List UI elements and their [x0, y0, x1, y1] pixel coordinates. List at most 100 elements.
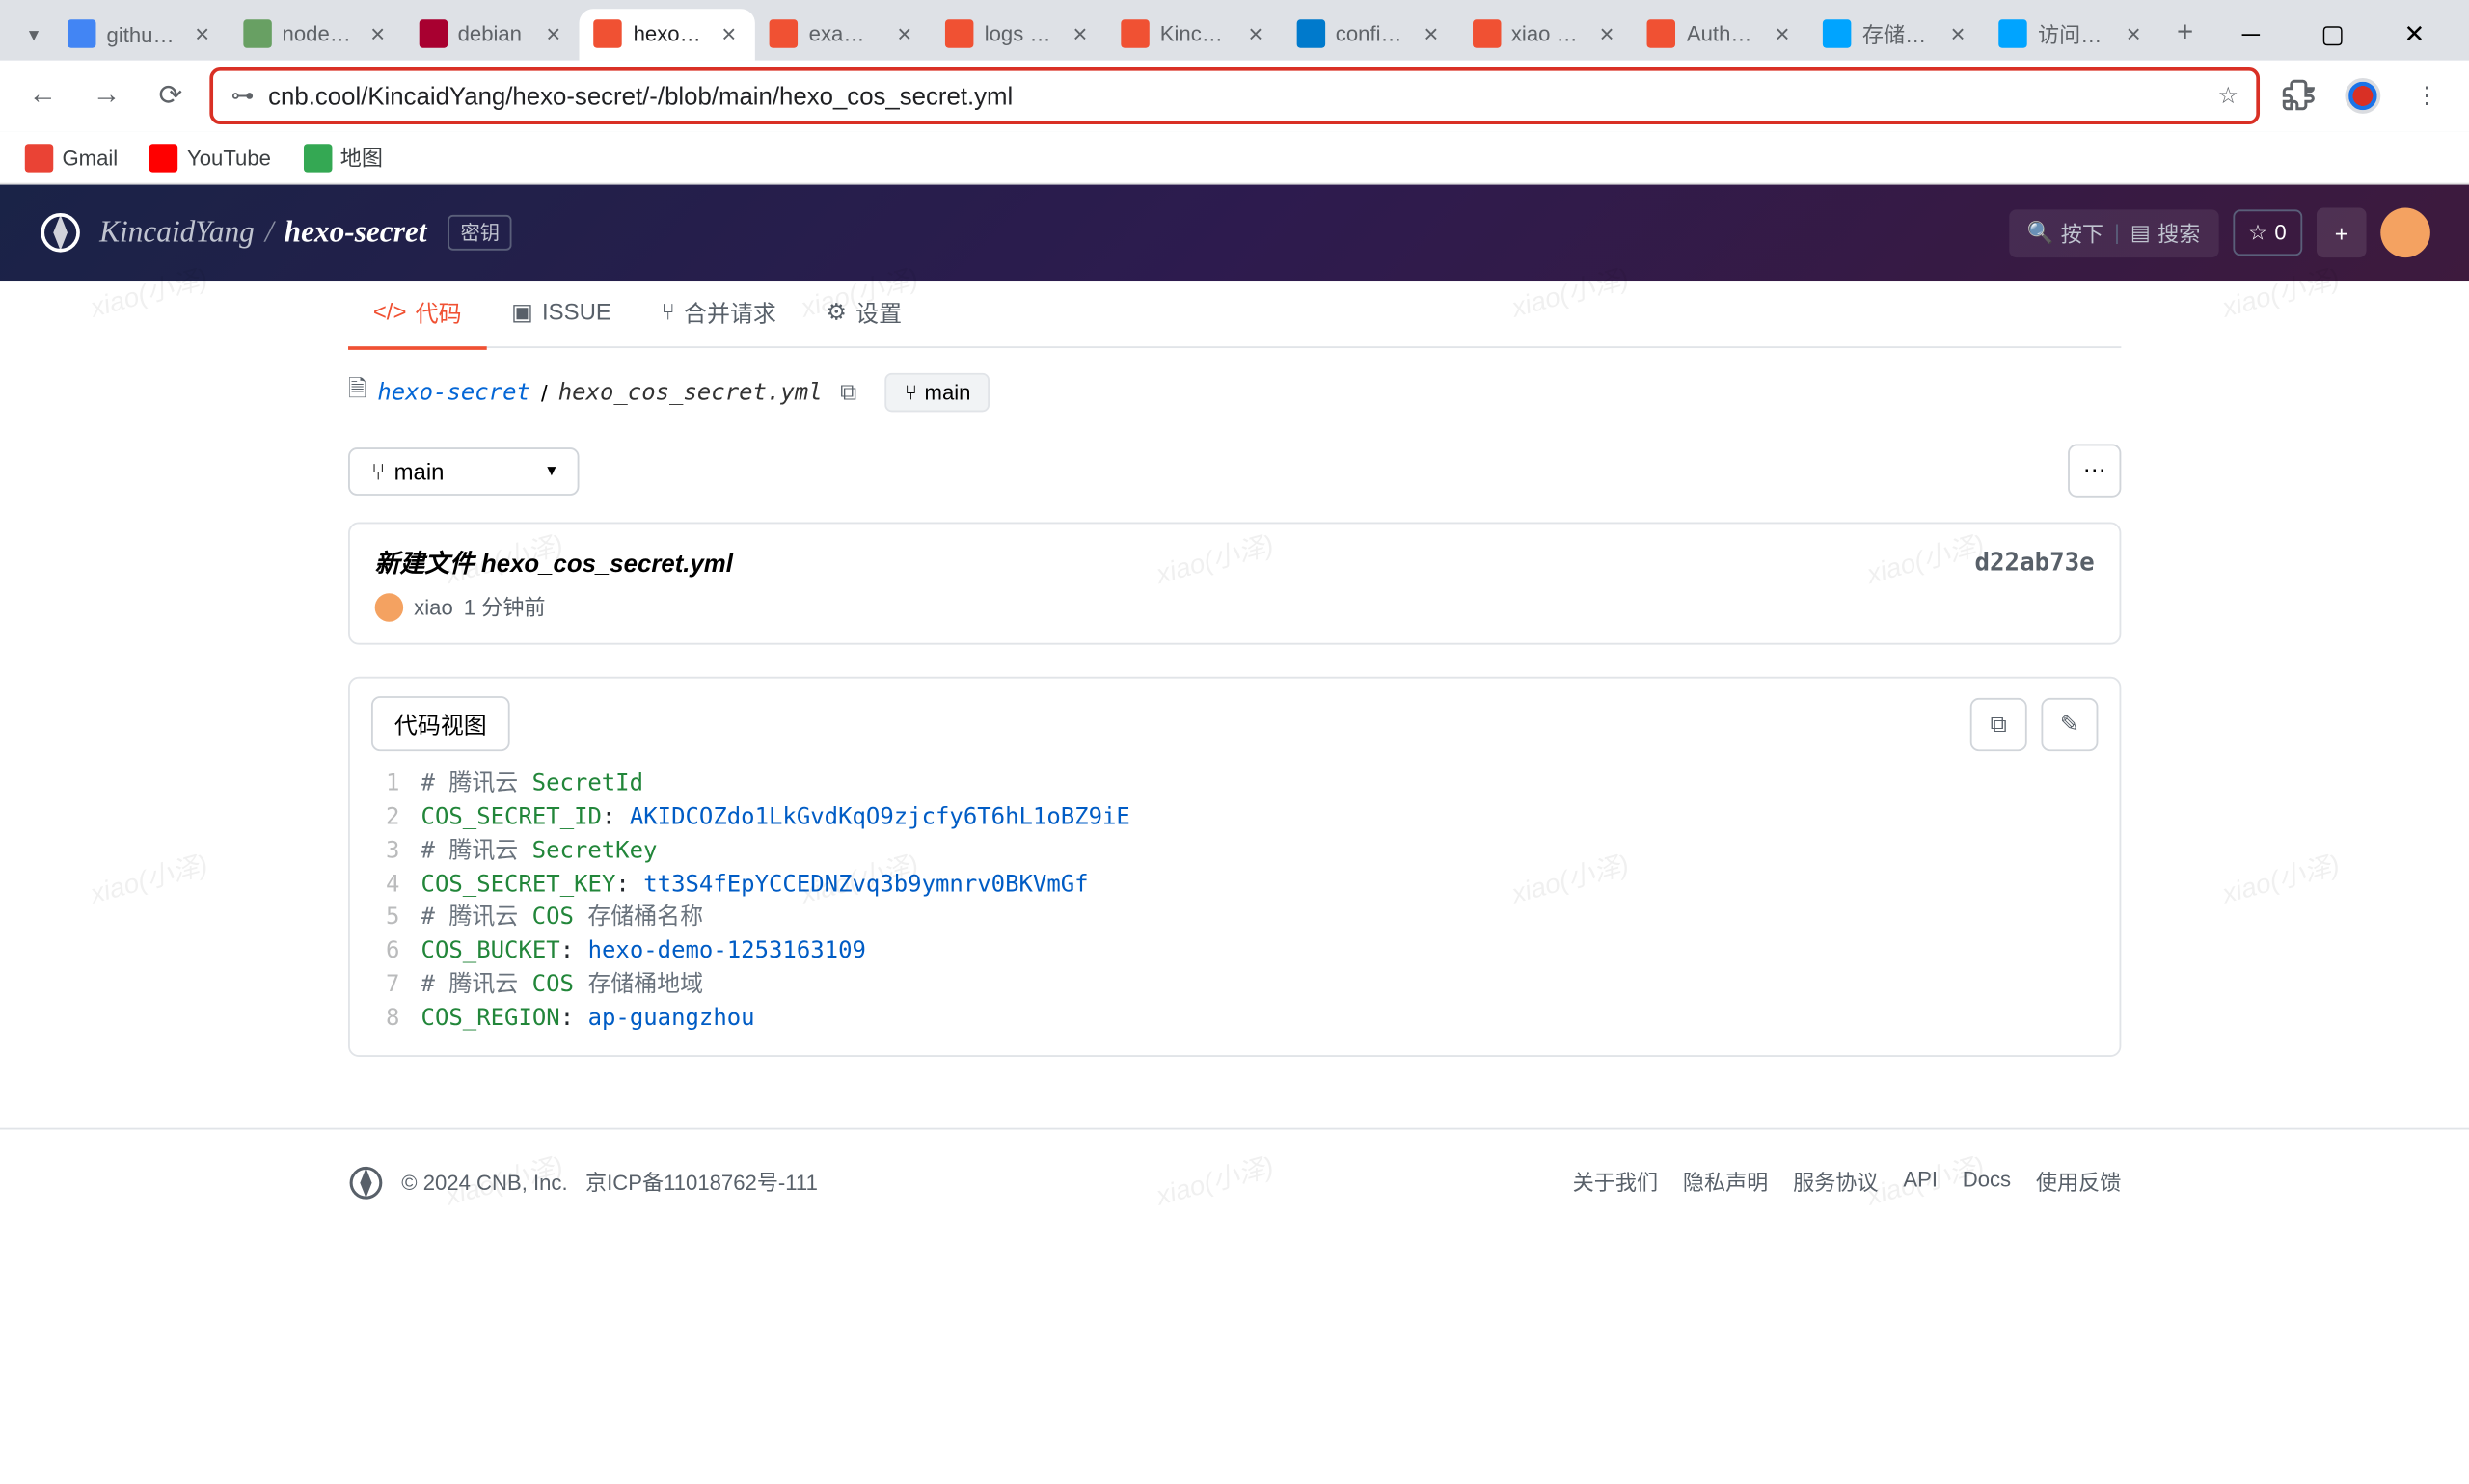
address-bar[interactable]: ⊶ cnb.cool/KincaidYang/hexo-secret/-/blo… [209, 67, 2260, 124]
footer-link[interactable]: 使用反馈 [2036, 1168, 2121, 1198]
tab-favicon [1472, 19, 1500, 47]
footer-link[interactable]: 关于我们 [1573, 1168, 1658, 1198]
tab-favicon [1998, 19, 2026, 47]
minimize-button[interactable]: ─ [2210, 6, 2292, 63]
browser-tab[interactable]: Authent × [1634, 8, 1809, 59]
code-line: 2COS_SECRET_ID: AKIDCOZdo1LkGvdKqO9zjcfy… [350, 802, 2120, 836]
site-logo[interactable] [40, 211, 82, 254]
commit-title[interactable]: 新建文件 hexo_cos_secret.yml [375, 545, 733, 580]
bookmark-item[interactable]: YouTube [149, 143, 271, 171]
edit-button[interactable]: ✎ [2041, 697, 2098, 750]
close-window-button[interactable]: ✕ [2374, 6, 2455, 63]
bookmark-star-icon[interactable]: ☆ [2217, 82, 2238, 110]
browser-tab[interactable]: hexo co× [580, 8, 755, 59]
bookmark-label: 地图 [340, 142, 383, 172]
download-button[interactable]: 🔍 按下 | ▤ 搜索 [2009, 208, 2217, 256]
commit-hash[interactable]: d22ab73e [1974, 549, 2094, 577]
tab-close-icon[interactable]: × [1068, 21, 1093, 46]
file-path: 🗎 hexo-secret / hexo_cos_secret.yml ⧉ ⑂ … [348, 348, 2121, 430]
tab-close-icon[interactable]: × [1770, 21, 1795, 46]
site-info-icon[interactable]: ⊶ [231, 82, 254, 110]
breadcrumb-owner[interactable]: KincaidYang [99, 215, 255, 251]
tab-close-icon[interactable]: × [1594, 21, 1619, 46]
browser-tab[interactable]: KincaidY × [1107, 8, 1283, 59]
tab-favicon [419, 19, 447, 47]
tab-close-icon[interactable]: × [190, 21, 215, 46]
tab-close-icon[interactable]: × [2121, 21, 2146, 46]
copyright: © 2024 CNB, Inc. [401, 1170, 567, 1195]
tab-title: Authent [1687, 21, 1759, 46]
path-repo[interactable]: hexo-secret [377, 379, 530, 406]
footer-link[interactable]: API [1903, 1168, 1938, 1198]
view-toggle-button[interactable]: 代码视图 [371, 696, 510, 751]
more-actions-button[interactable]: ⋯ [2068, 445, 2121, 498]
tab-close-icon[interactable]: × [717, 21, 742, 46]
browser-tab[interactable]: xiao · re× [1458, 8, 1634, 59]
tab-close-icon[interactable]: × [1945, 21, 1970, 46]
tab-close-icon[interactable]: × [366, 21, 391, 46]
browser-tab[interactable]: config.y× [1283, 8, 1458, 59]
browser-tab[interactable]: example× [755, 8, 931, 59]
bookmark-item[interactable]: 地图 [303, 142, 383, 172]
reload-button[interactable]: ⟳ [146, 71, 196, 121]
code-line: 3# 腾讯云 SecretKey [350, 836, 2120, 870]
line-content[interactable]: # 腾讯云 COS 存储桶地域 [421, 970, 2120, 1004]
tab-merge[interactable]: ⑂ 合并请求 [637, 277, 801, 350]
profile-icon[interactable] [2338, 71, 2388, 121]
breadcrumb: KincaidYang / hexo-secret 密钥 [99, 215, 512, 251]
browser-tab[interactable]: logs · Kin× [931, 8, 1106, 59]
tab-issue[interactable]: ▣ ISSUE [486, 280, 636, 347]
line-content[interactable]: COS_REGION: ap-guangzhou [421, 1004, 2120, 1038]
browser-tab[interactable]: node Tao× [229, 8, 404, 59]
line-content[interactable]: # 腾讯云 SecretKey [421, 836, 2120, 870]
line-content[interactable]: COS_SECRET_KEY: tt3S4fEpYCCEDNZvq3b9ymnr… [421, 870, 2120, 904]
footer-left: © 2024 CNB, Inc. 京ICP备11018762号-111 [348, 1165, 818, 1201]
window-controls: ─ ▢ ✕ [2210, 6, 2455, 63]
browser-tab[interactable]: 访问密钥× [1985, 8, 2160, 59]
line-content[interactable]: COS_SECRET_ID: AKIDCOZdo1LkGvdKqO9zjcfy6… [421, 802, 2120, 836]
branch-selector[interactable]: ⑂ main ▾ [348, 446, 579, 495]
line-number: 3 [350, 836, 421, 870]
line-content[interactable]: COS_BUCKET: hexo-demo-1253163109 [421, 936, 2120, 970]
star-button[interactable]: ☆ 0 [2233, 209, 2303, 256]
tab-close-icon[interactable]: × [892, 21, 917, 46]
tab-close-icon[interactable]: × [1419, 21, 1444, 46]
tab-dropdown[interactable]: ▾ [14, 9, 54, 59]
maximize-button[interactable]: ▢ [2292, 6, 2374, 63]
forward-button[interactable]: → [82, 71, 132, 121]
browser-tab[interactable]: github发× [53, 8, 229, 59]
footer-link[interactable]: 隐私声明 [1683, 1168, 1768, 1198]
commit-author[interactable]: xiao [414, 594, 453, 619]
repo-header: KincaidYang / hexo-secret 密钥 🔍 按下 | ▤ 搜索… [0, 185, 2469, 281]
tab-code[interactable]: </> 代码 [348, 277, 486, 350]
icp[interactable]: 京ICP备11018762号-111 [585, 1168, 818, 1198]
bookmark-favicon [303, 143, 331, 171]
footer-link[interactable]: 服务协议 [1793, 1168, 1878, 1198]
tab-settings[interactable]: ⚙ 设置 [801, 277, 927, 350]
watermark: xiao(小泽) [2218, 845, 2344, 912]
line-content[interactable]: # 腾讯云 COS 存储桶名称 [421, 903, 2120, 936]
user-avatar[interactable] [2380, 208, 2430, 258]
browser-tab[interactable]: debian× [404, 8, 580, 59]
watermark: xiao(小泽) [86, 845, 211, 912]
back-button[interactable]: ← [17, 71, 68, 121]
footer-link[interactable]: Docs [1963, 1168, 2011, 1198]
tab-title: KincaidY [1160, 21, 1233, 46]
breadcrumb-repo[interactable]: hexo-secret [285, 215, 427, 251]
browser-toolbar: ← → ⟳ ⊶ cnb.cool/KincaidYang/hexo-secret… [0, 61, 2469, 132]
tab-close-icon[interactable]: × [541, 21, 566, 46]
repo-badge: 密钥 [448, 215, 512, 251]
browser-tab[interactable]: 存储桶列× [1809, 8, 1985, 59]
copy-button[interactable]: ⧉ [1970, 697, 2027, 750]
extensions-icon[interactable] [2274, 71, 2324, 121]
create-button[interactable]: + [2317, 208, 2367, 258]
menu-icon[interactable]: ⋮ [2401, 71, 2452, 121]
copy-path-button[interactable]: ⧉ [833, 375, 864, 411]
bookmark-item[interactable]: Gmail [25, 143, 118, 171]
line-content[interactable]: # 腾讯云 SecretId [421, 769, 2120, 803]
footer-logo [348, 1165, 384, 1201]
edit-icon: ▤ [2130, 220, 2151, 245]
file-viewer-header: 代码视图 ⧉ ✎ [350, 679, 2120, 769]
new-tab-button[interactable]: + [2160, 9, 2211, 59]
tab-close-icon[interactable]: × [1243, 21, 1268, 46]
